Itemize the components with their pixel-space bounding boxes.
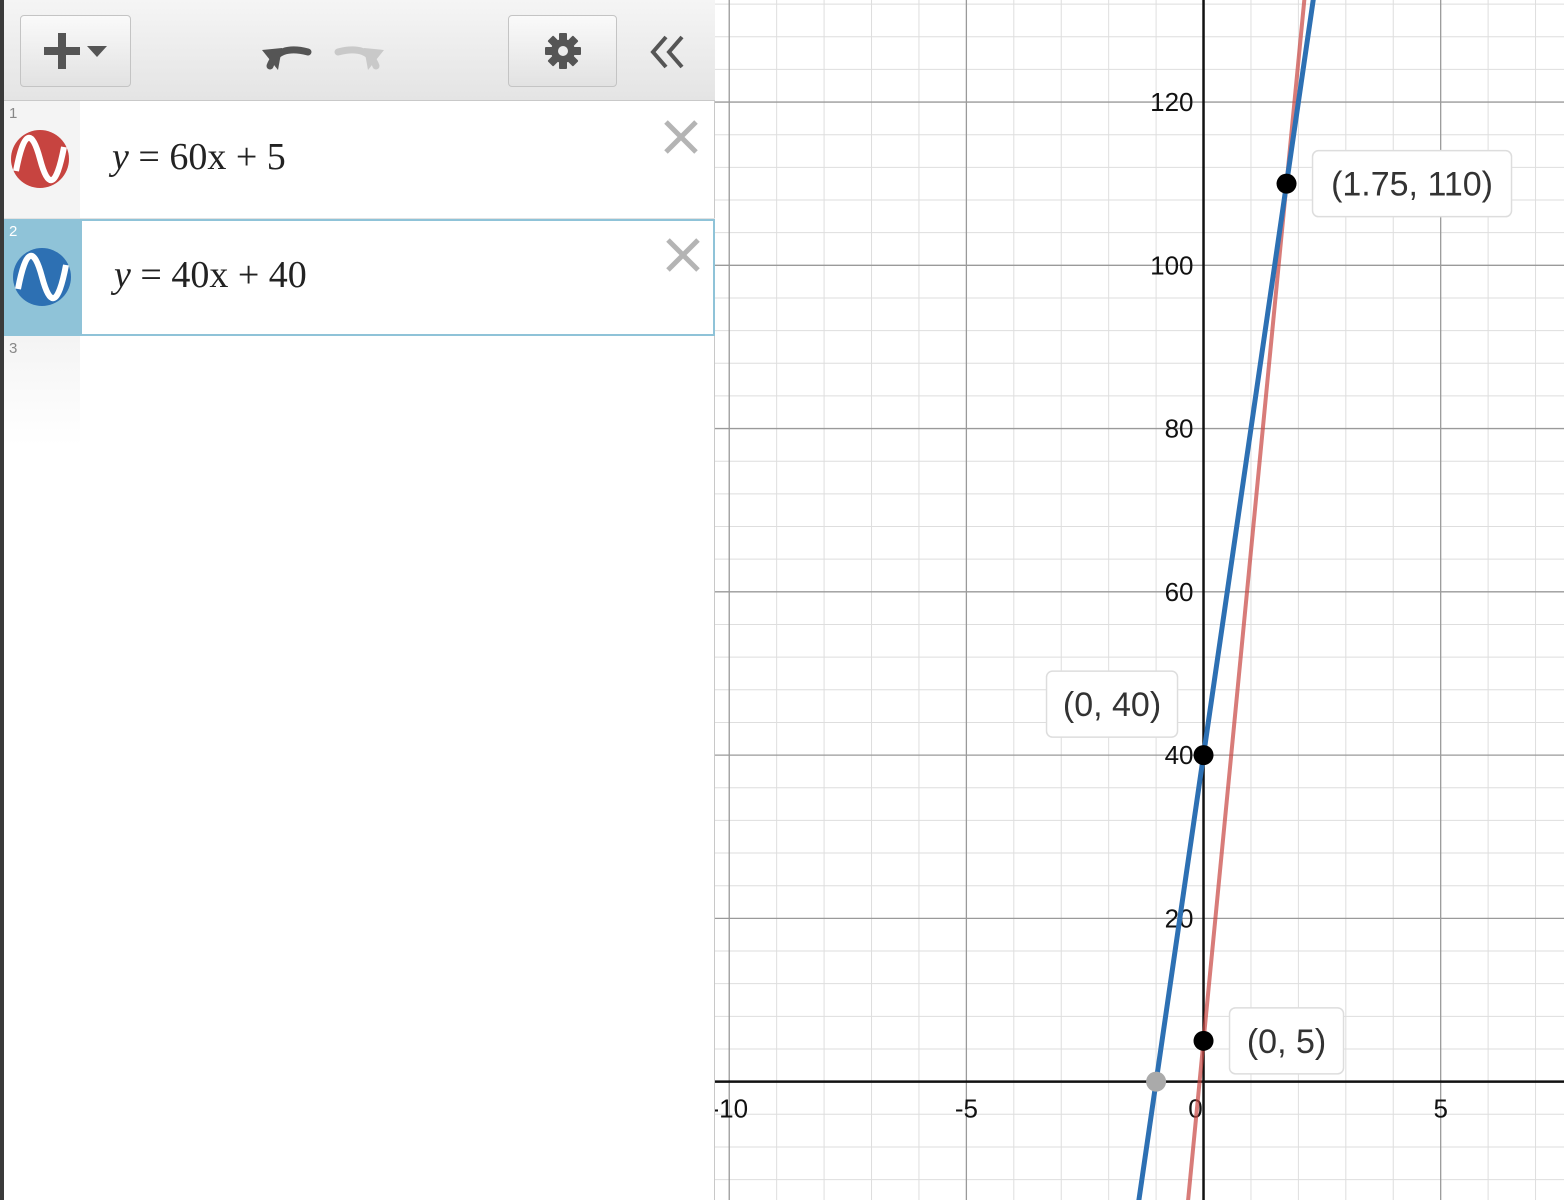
y-tick-label: 120 <box>1150 87 1193 117</box>
plus-dropdown-icon <box>43 33 107 69</box>
x-tick-label: -10 <box>715 1094 748 1124</box>
expression-rhs: 60x + 5 <box>169 136 286 178</box>
y-tick-label: 80 <box>1165 414 1194 444</box>
close-icon[interactable] <box>661 117 701 157</box>
x-tick-label: -5 <box>955 1094 978 1124</box>
wave-icon[interactable] <box>12 247 72 307</box>
close-icon[interactable] <box>663 235 703 275</box>
point-label: (0, 40) <box>1063 686 1161 724</box>
expression-gutter: 2 <box>4 219 82 336</box>
expression-row-2[interactable]: 2 y = 40x + 40 <box>4 219 715 336</box>
undo-icon[interactable] <box>260 36 316 72</box>
y-tick-label: 40 <box>1165 740 1194 770</box>
point-marker <box>1193 745 1214 766</box>
add-item-button[interactable] <box>20 15 131 87</box>
double-chevron-left-icon[interactable] <box>648 34 688 70</box>
tick-labels: -10-50520406080100120 <box>715 87 1448 1124</box>
x-tick-label: 5 <box>1433 1094 1447 1124</box>
expression-lhs: y <box>114 254 131 296</box>
graph-canvas[interactable]: -10-50520406080100120 (1.75, 110)(0, 40)… <box>715 0 1564 1200</box>
y-tick-label: 60 <box>1165 577 1194 607</box>
expression-number: 2 <box>9 223 18 240</box>
expression-row-1[interactable]: 1 y = 60x + 5 <box>4 101 715 219</box>
expression-input[interactable]: y = 40x + 40 <box>114 253 307 297</box>
point-marker <box>1193 1030 1214 1051</box>
settings-button[interactable] <box>508 15 617 87</box>
redo-icon[interactable] <box>330 36 386 72</box>
gear-icon <box>544 33 581 69</box>
expression-number: 3 <box>9 340 18 357</box>
point-marker <box>1276 173 1297 194</box>
expression-number: 1 <box>9 105 18 122</box>
point-label: (1.75, 110) <box>1331 166 1493 204</box>
expression-panel: 1 y = 60x + 5 2 y = 40x + 40 3 <box>4 0 715 1200</box>
wave-icon[interactable] <box>10 129 70 189</box>
expression-input[interactable]: y = 60x + 5 <box>112 135 286 179</box>
toolbar <box>4 0 715 101</box>
expression-gutter: 1 <box>4 101 80 218</box>
point-marker <box>1146 1071 1167 1092</box>
expression-row-3[interactable]: 3 <box>4 336 715 446</box>
points: (1.75, 110) (0, 40) (0, 5) <box>1045 149 1513 1092</box>
y-tick-label: 100 <box>1150 250 1193 280</box>
expression-gutter: 3 <box>4 336 80 446</box>
point-label: (0, 5) <box>1247 1023 1326 1061</box>
expression-lhs: y <box>112 136 129 178</box>
expression-rhs: 40x + 40 <box>171 254 307 296</box>
